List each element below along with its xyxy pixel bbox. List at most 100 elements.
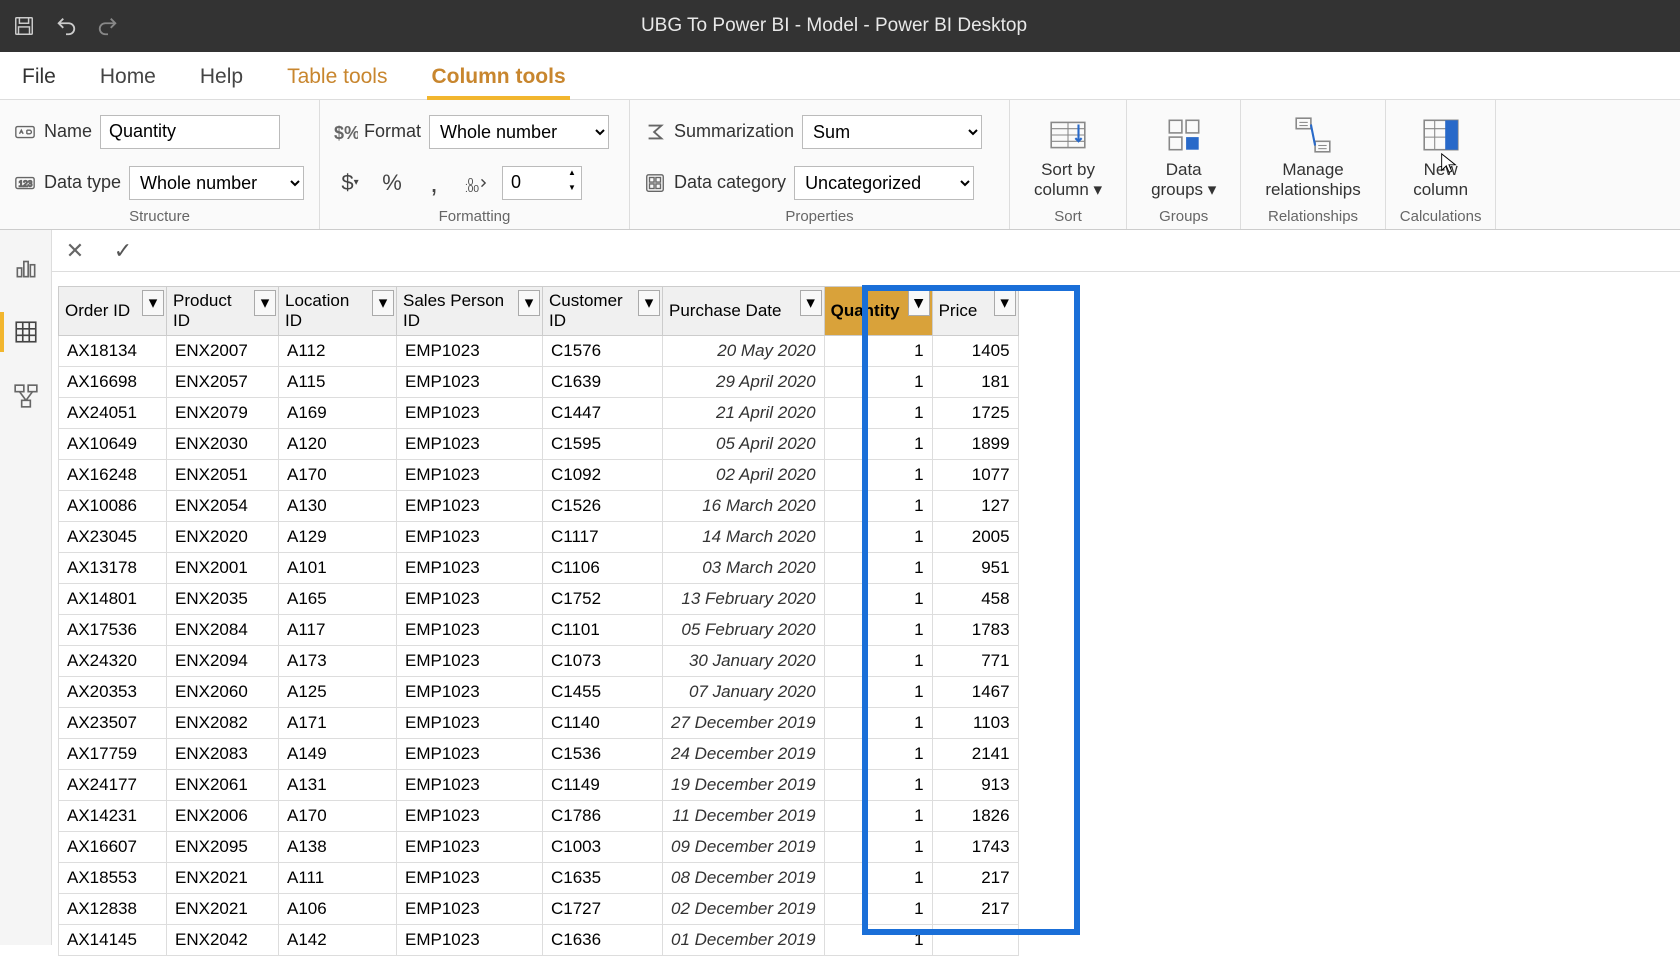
col-header-sales-person-id[interactable]: Sales Person ID▾: [397, 287, 543, 336]
cell-location-id: A149: [279, 739, 397, 770]
cell-price: 217: [932, 863, 1018, 894]
formula-cancel-button[interactable]: ✕: [60, 236, 90, 266]
cell-price: 1783: [932, 615, 1018, 646]
ribbon-group-properties: Summarization Sum Data category Uncatego…: [630, 100, 1010, 229]
format-select[interactable]: Whole number: [429, 115, 609, 149]
filter-dropdown-icon[interactable]: ▾: [372, 290, 394, 316]
filter-dropdown-icon[interactable]: ▾: [638, 290, 660, 316]
table-row[interactable]: AX18553ENX2021A111EMP1023C163508 Decembe…: [59, 863, 1019, 894]
nav-report-icon[interactable]: [12, 254, 40, 282]
table-row[interactable]: AX14145ENX2042A142EMP1023C163601 Decembe…: [59, 925, 1019, 956]
table-row[interactable]: AX14231ENX2006A170EMP1023C178611 Decembe…: [59, 801, 1019, 832]
cell-product-id: ENX2079: [167, 398, 279, 429]
ribbon-tabs: File Home Help Table tools Column tools: [0, 52, 1680, 100]
table-row[interactable]: AX16248ENX2051A170EMP1023C109202 April 2…: [59, 460, 1019, 491]
formula-input[interactable]: [156, 230, 1680, 271]
nav-model-icon[interactable]: [12, 382, 40, 410]
nav-data-icon[interactable]: [12, 318, 40, 346]
cell-sales-person-id: EMP1023: [397, 584, 543, 615]
table-row[interactable]: AX20353ENX2060A125EMP1023C145507 January…: [59, 677, 1019, 708]
cell-product-id: ENX2035: [167, 584, 279, 615]
cell-sales-person-id: EMP1023: [397, 770, 543, 801]
col-header-order-id[interactable]: Order ID▾: [59, 287, 167, 336]
table-row[interactable]: AX10649ENX2030A120EMP1023C159505 April 2…: [59, 429, 1019, 460]
col-header-location-id[interactable]: Location ID▾: [279, 287, 397, 336]
title-bar: UBG To Power BI - Model - Power BI Deskt…: [0, 0, 1680, 52]
filter-dropdown-icon[interactable]: ▾: [254, 290, 276, 316]
datacategory-select[interactable]: Uncategorized: [794, 166, 974, 200]
name-input[interactable]: [100, 115, 280, 149]
table-row[interactable]: AX18134ENX2007A112EMP1023C157620 May 202…: [59, 336, 1019, 367]
decimals-down[interactable]: ▼: [564, 183, 580, 198]
tab-help[interactable]: Help: [196, 57, 247, 99]
decimals-up[interactable]: ▲: [564, 168, 580, 183]
comma-button[interactable]: ,: [418, 166, 450, 200]
datatype-select[interactable]: Whole number: [129, 166, 304, 200]
cell-order-id: AX24320: [59, 646, 167, 677]
cell-product-id: ENX2030: [167, 429, 279, 460]
cell-order-id: AX14801: [59, 584, 167, 615]
filter-dropdown-icon[interactable]: ▾: [994, 290, 1016, 316]
table-row[interactable]: AX23507ENX2082A171EMP1023C114027 Decembe…: [59, 708, 1019, 739]
table-row[interactable]: AX13178ENX2001A101EMP1023C110603 March 2…: [59, 553, 1019, 584]
decimal-button[interactable]: .0.00: [460, 166, 492, 200]
filter-dropdown-icon[interactable]: ▾: [800, 290, 822, 316]
summarization-select[interactable]: Sum: [802, 115, 982, 149]
filter-dropdown-icon[interactable]: ▾: [908, 290, 930, 316]
col-header-quantity[interactable]: Quantity▾: [824, 287, 932, 336]
table-row[interactable]: AX17759ENX2083A149EMP1023C153624 Decembe…: [59, 739, 1019, 770]
currency-button[interactable]: $▾: [334, 166, 366, 200]
cell-quantity: 1: [824, 553, 932, 584]
save-icon[interactable]: [12, 14, 36, 38]
format-label: Format: [364, 121, 421, 142]
cell-price: 1467: [932, 677, 1018, 708]
cell-location-id: A171: [279, 708, 397, 739]
cell-location-id: A101: [279, 553, 397, 584]
cell-location-id: A130: [279, 491, 397, 522]
tab-home[interactable]: Home: [96, 57, 160, 99]
cell-customer-id: C1003: [543, 832, 663, 863]
col-header-customer-id[interactable]: Customer ID▾: [543, 287, 663, 336]
cell-order-id: AX14231: [59, 801, 167, 832]
tab-column-tools[interactable]: Column tools: [427, 57, 569, 99]
filter-dropdown-icon[interactable]: ▾: [518, 290, 540, 316]
filter-dropdown-icon[interactable]: ▾: [142, 290, 164, 316]
col-header-product-id[interactable]: Product ID▾: [167, 287, 279, 336]
cell-product-id: ENX2021: [167, 894, 279, 925]
cell-product-id: ENX2021: [167, 863, 279, 894]
cell-product-id: ENX2042: [167, 925, 279, 956]
col-header-purchase-date[interactable]: Purchase Date▾: [663, 287, 825, 336]
undo-icon[interactable]: [54, 14, 78, 38]
cell-customer-id: C1092: [543, 460, 663, 491]
formula-bar: ✕ ✓: [0, 230, 1680, 272]
sort-by-column-button[interactable]: Sort bycolumn ▾: [1024, 110, 1112, 205]
table-row[interactable]: AX16607ENX2095A138EMP1023C100309 Decembe…: [59, 832, 1019, 863]
table-row[interactable]: AX23045ENX2020A129EMP1023C111714 March 2…: [59, 522, 1019, 553]
tab-file[interactable]: File: [18, 57, 60, 99]
manage-relationships-button[interactable]: Managerelationships: [1255, 110, 1370, 205]
table-row[interactable]: AX16698ENX2057A115EMP1023C163929 April 2…: [59, 367, 1019, 398]
col-header-price[interactable]: Price▾: [932, 287, 1018, 336]
cell-location-id: A129: [279, 522, 397, 553]
cell-sales-person-id: EMP1023: [397, 739, 543, 770]
formula-accept-button[interactable]: ✓: [108, 236, 138, 266]
tab-table-tools[interactable]: Table tools: [283, 57, 391, 99]
table-row[interactable]: AX24177ENX2061A131EMP1023C114919 Decembe…: [59, 770, 1019, 801]
cell-sales-person-id: EMP1023: [397, 925, 543, 956]
redo-icon[interactable]: [96, 14, 120, 38]
table-row[interactable]: AX24320ENX2094A173EMP1023C107330 January…: [59, 646, 1019, 677]
data-groups-button[interactable]: Datagroups ▾: [1141, 110, 1226, 205]
table-row[interactable]: AX10086ENX2054A130EMP1023C152616 March 2…: [59, 491, 1019, 522]
cell-order-id: AX24177: [59, 770, 167, 801]
percent-button[interactable]: %: [376, 166, 408, 200]
groups-label: Datagroups ▾: [1151, 160, 1216, 201]
table-row[interactable]: AX17536ENX2084A117EMP1023C110105 Februar…: [59, 615, 1019, 646]
table-row[interactable]: AX12838ENX2021A106EMP1023C172702 Decembe…: [59, 894, 1019, 925]
table-row[interactable]: AX14801ENX2035A165EMP1023C175213 Februar…: [59, 584, 1019, 615]
cell-price: 181: [932, 367, 1018, 398]
cell-purchase-date: 02 December 2019: [663, 894, 825, 925]
cell-customer-id: C1101: [543, 615, 663, 646]
cell-customer-id: C1576: [543, 336, 663, 367]
ribbon-group-groups: Datagroups ▾ Groups: [1127, 100, 1241, 229]
table-row[interactable]: AX24051ENX2079A169EMP1023C144721 April 2…: [59, 398, 1019, 429]
